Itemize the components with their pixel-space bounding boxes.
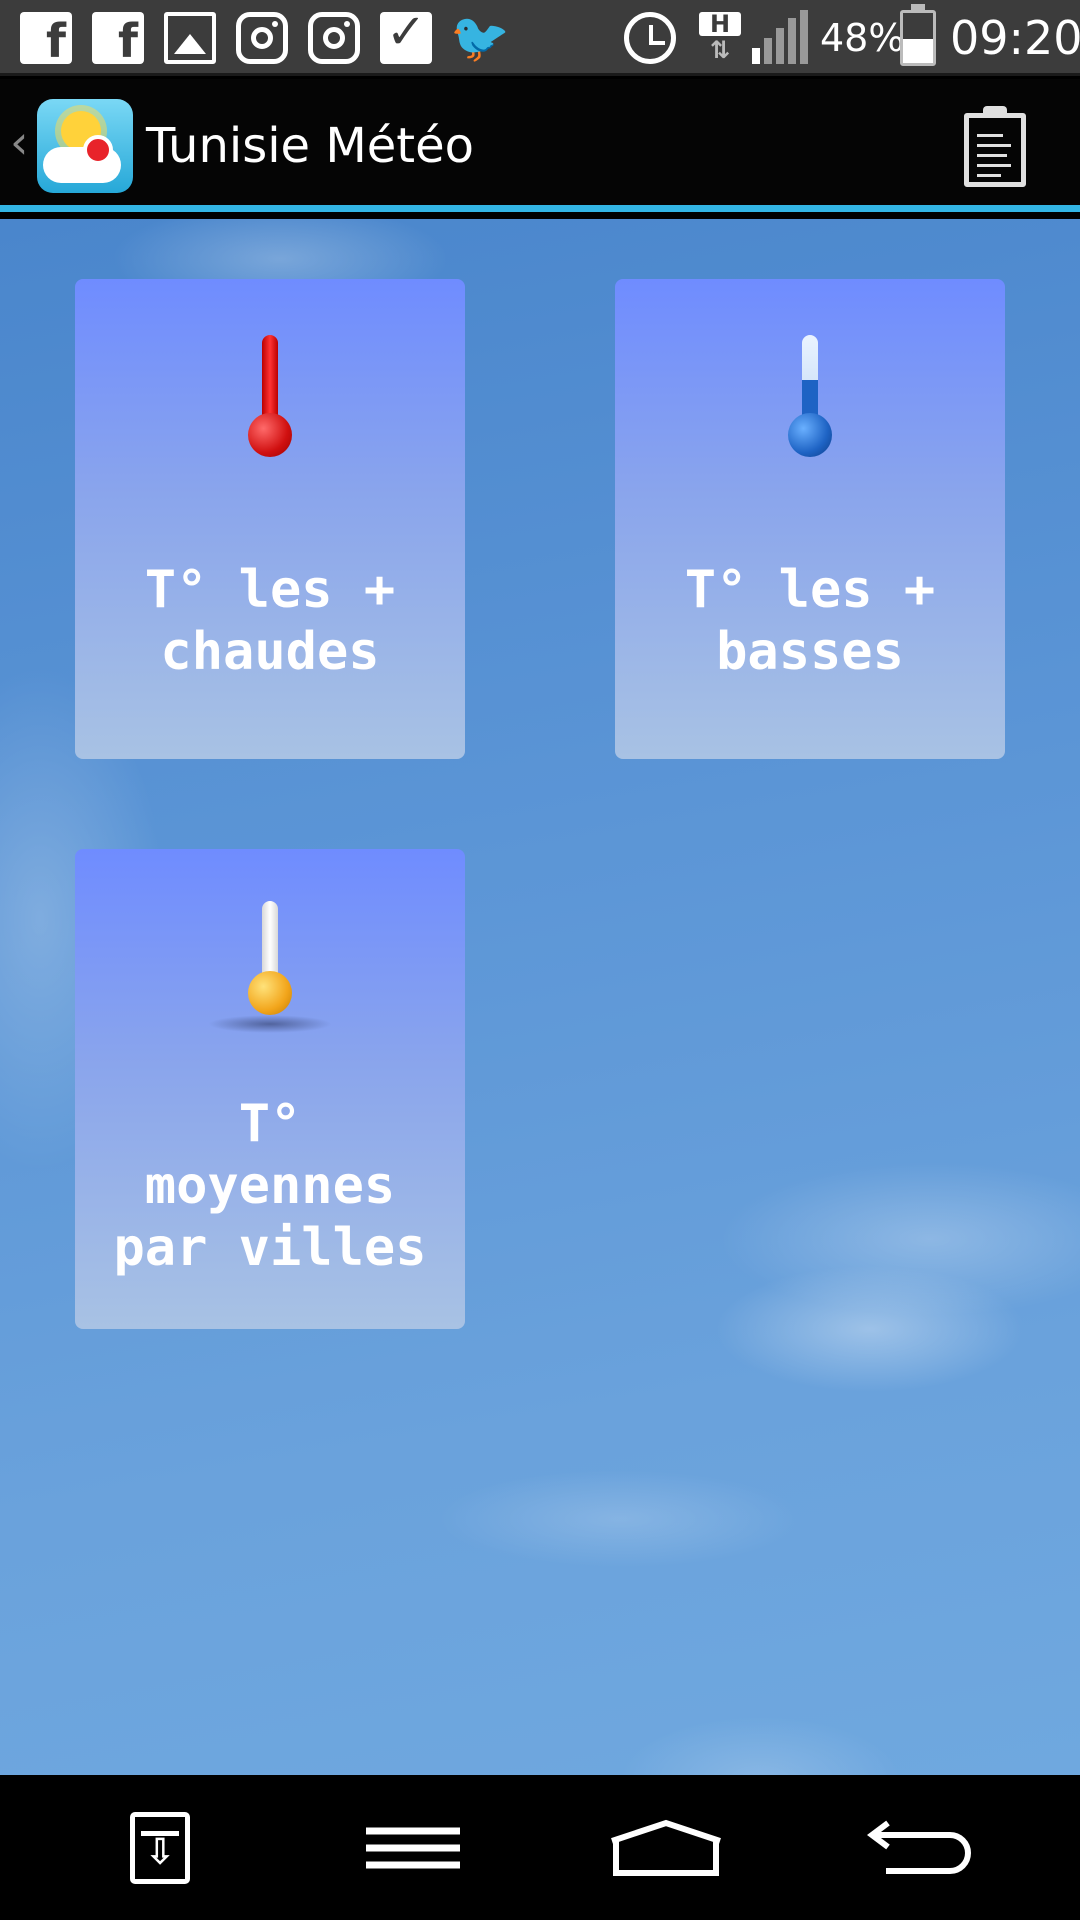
app-logo[interactable] — [37, 99, 133, 193]
instagram-icon — [308, 12, 360, 64]
facebook-icon: f — [92, 12, 144, 64]
action-bar: ‹ Tunisie Météo — [0, 79, 1080, 212]
main-content: T° les + chaudes T° les + basses T° moye… — [0, 219, 1080, 1775]
facebook-icon: f — [20, 12, 72, 64]
clock: 09:20 — [950, 11, 1080, 65]
tile-label: T° les + basses — [684, 560, 936, 682]
twitter-icon: 🐦 — [450, 10, 510, 66]
home-button[interactable] — [566, 1775, 766, 1920]
tile-average-temperatures-by-city[interactable]: T° moyennes par villes — [75, 849, 465, 1329]
battery-percent: 48% — [820, 16, 905, 60]
alarm-icon — [624, 12, 676, 64]
tile-hottest-temperatures[interactable]: T° les + chaudes — [75, 279, 465, 759]
status-bar: f f ✓ 🐦 H ⇅ 48% 09:20 — [0, 0, 1080, 76]
tile-label: T° moyennes par villes — [113, 1094, 427, 1278]
checkmark-icon: ✓ — [380, 8, 432, 64]
gallery-icon — [164, 12, 216, 64]
save-icon: ⇩ — [130, 1811, 190, 1884]
network-type-label: H — [699, 12, 741, 36]
menu-button[interactable] — [313, 1775, 513, 1920]
instagram-icon — [236, 12, 288, 64]
battery-icon — [900, 4, 936, 66]
menu-icon — [366, 1817, 460, 1878]
clipboard-icon[interactable] — [964, 106, 1026, 187]
home-icon — [608, 1819, 724, 1877]
back-button[interactable] — [819, 1775, 1019, 1920]
network-type-icon: H ⇅ — [694, 12, 746, 64]
signal-strength-icon — [752, 10, 810, 64]
battery-fill — [903, 39, 933, 63]
app-title: Tunisie Météo — [146, 118, 475, 174]
save-button[interactable]: ⇩ — [60, 1775, 260, 1920]
navigation-bar: ⇩ — [0, 1775, 1080, 1920]
back-icon — [866, 1819, 972, 1877]
up-navigation-icon[interactable]: ‹ — [10, 119, 28, 165]
tile-lowest-temperatures[interactable]: T° les + basses — [615, 279, 1005, 759]
tile-label: T° les + chaudes — [144, 560, 396, 682]
